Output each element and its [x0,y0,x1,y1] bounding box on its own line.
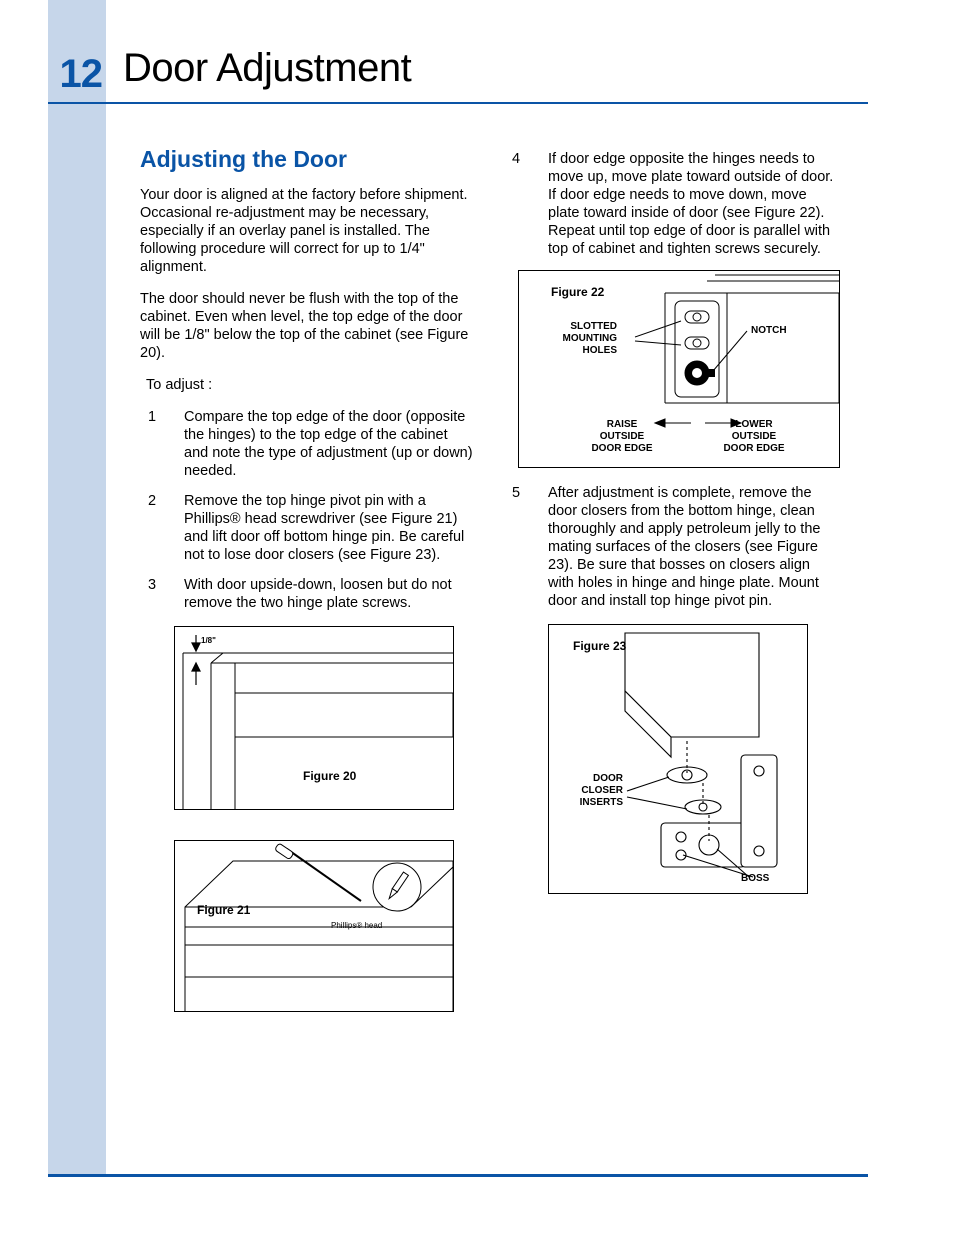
step-text: After adjustment is complete, remove the… [548,484,839,610]
footer-rule [48,1174,868,1177]
step-4: 4 If door edge opposite the hinges needs… [504,150,839,258]
figure-21-note: Phillips® head [331,917,382,935]
to-adjust-label: To adjust : [140,376,475,394]
figure-23-closer-label: DOOR CLOSER INSERTS [563,773,623,809]
figure-21-diagram [175,841,453,1011]
figure-20-label: Figure 20 [303,767,356,785]
step-number: 5 [504,484,548,610]
figure-22-slotted-label: SLOTTED MOUNTING HOLES [541,321,617,357]
figure-22-notch-label: NOTCH [751,325,811,337]
section-heading: Adjusting the Door [140,150,475,168]
figure-21: Figure 21 Phillips® head [174,840,454,1012]
figure-20-dimension: 1/8" [201,632,216,650]
left-column: Adjusting the Door Your door is aligned … [140,150,475,1012]
figure-23-boss-label: BOSS [741,873,791,885]
right-column: 4 If door edge opposite the hinges needs… [504,150,839,894]
step-text: With door upside-down, loosen but do not… [184,576,475,612]
figure-22-label: Figure 22 [551,283,604,301]
page: 12 Door Adjustment Adjusting the Door Yo… [0,0,954,1235]
intro-paragraph-1: Your door is aligned at the factory befo… [140,186,475,276]
step-2: 2 Remove the top hinge pivot pin with a … [140,492,475,564]
figure-23: Figure 23 [548,624,808,894]
figure-21-label: Figure 21 [197,901,250,919]
step-1: 1 Compare the top edge of the door (oppo… [140,408,475,480]
figure-22-raise-label: RAISE OUTSIDE DOOR EDGE [587,419,657,455]
step-text: Remove the top hinge pivot pin with a Ph… [184,492,475,564]
step-number: 1 [140,408,184,480]
page-title: Door Adjustment [123,46,411,91]
step-3: 3 With door upside-down, loosen but do n… [140,576,475,612]
step-number: 3 [140,576,184,612]
step-text: If door edge opposite the hinges needs t… [548,150,839,258]
page-number: 12 [48,52,102,97]
step-5: 5 After adjustment is complete, remove t… [504,484,839,610]
figure-23-label: Figure 23 [573,637,626,655]
step-text: Compare the top edge of the door (opposi… [184,408,475,480]
figure-20: 1/8" Figure 20 [174,626,454,810]
figure-22-lower-label: LOWER OUTSIDE DOOR EDGE [719,419,789,455]
intro-paragraph-2: The door should never be flush with the … [140,290,475,362]
figure-22: Figure 22 [518,270,840,468]
step-number: 2 [140,492,184,564]
header-rule [48,102,868,104]
figure-23-diagram [549,625,807,893]
page-stripe [48,0,106,1176]
step-number: 4 [504,150,548,258]
